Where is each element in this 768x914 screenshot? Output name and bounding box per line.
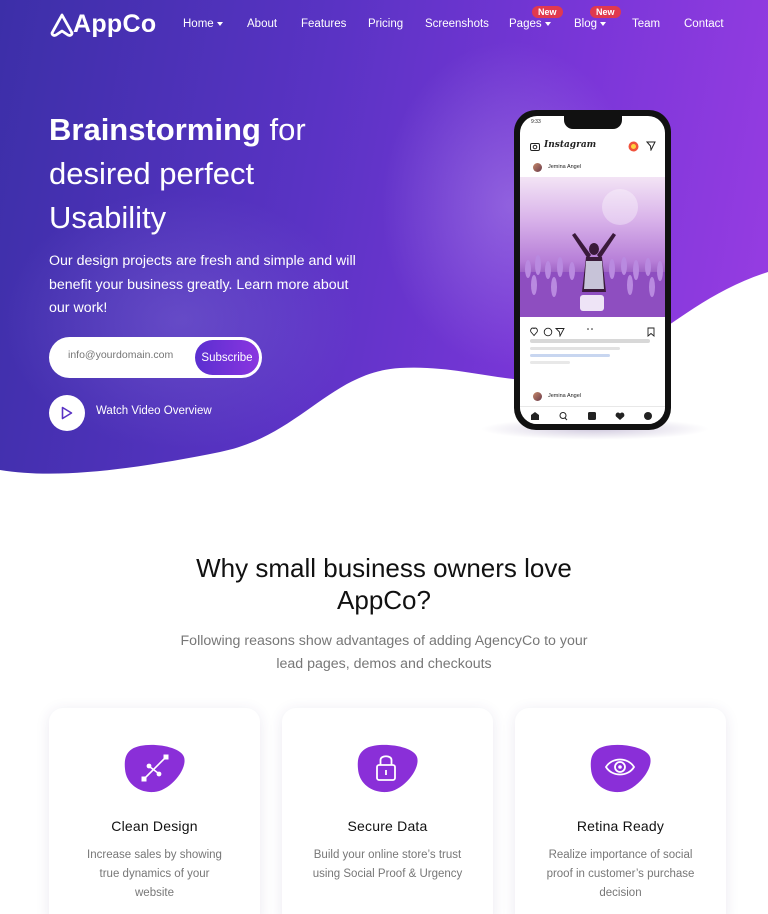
chevron-down-icon bbox=[544, 21, 551, 26]
post-author-name: Jemina Angel bbox=[548, 164, 582, 170]
avatar bbox=[533, 392, 542, 401]
nav-about[interactable]: About bbox=[247, 18, 277, 30]
post-photo bbox=[520, 177, 665, 317]
feature-title: Clean Design bbox=[111, 818, 198, 834]
feature-card: Retina Ready Realize importance of socia… bbox=[515, 708, 726, 914]
post-hashtags bbox=[530, 354, 610, 357]
nav-contact-label: Contact bbox=[684, 18, 724, 30]
direct-message-icon bbox=[646, 141, 656, 151]
hero-description: Our design projects are fresh and simple… bbox=[49, 253, 356, 316]
nav-features[interactable]: Features bbox=[301, 18, 346, 30]
hero-title-bold: Brainstorming bbox=[49, 112, 261, 147]
feature-description: Build your online store’s trust using So… bbox=[312, 849, 463, 880]
feature-description: Increase sales by showing true dynamics … bbox=[87, 849, 222, 899]
nav-pages-label: Pages bbox=[509, 18, 542, 30]
post-comments-link bbox=[530, 361, 570, 364]
nav-contact[interactable]: Contact bbox=[684, 18, 724, 30]
nav-pages[interactable]: Pages bbox=[509, 18, 551, 30]
lavender-field-photo bbox=[520, 189, 665, 317]
new-badge: New bbox=[590, 6, 621, 18]
next-post-author-name: Jemina Angel bbox=[548, 393, 582, 399]
feature-card: Clean Design Increase sales by showing t… bbox=[49, 708, 260, 914]
instagram-header: Instagram bbox=[530, 140, 656, 154]
instagram-wordmark: Instagram bbox=[544, 140, 597, 150]
camera-icon bbox=[530, 143, 540, 151]
instagram-tab-bar bbox=[520, 406, 665, 424]
brand-logo[interactable]: AppCo bbox=[50, 10, 156, 39]
email-input[interactable] bbox=[68, 349, 198, 361]
feature-card: Secure Data Build your online store’s tr… bbox=[282, 708, 493, 914]
logo-mark-icon bbox=[50, 13, 74, 37]
post-action-icons bbox=[530, 327, 655, 338]
post-actions bbox=[530, 324, 656, 338]
nav-home-label: Home bbox=[183, 18, 214, 30]
nav-blog-label: Blog bbox=[574, 18, 598, 30]
nav-features-label: Features bbox=[301, 18, 347, 30]
phone-mockup: 9:33 Instagram Jemina Angel Jemina Angel bbox=[514, 110, 671, 430]
play-video-button[interactable] bbox=[49, 395, 85, 431]
nav-screenshots-label: Screenshots bbox=[425, 18, 489, 30]
nav-screenshots[interactable]: Screenshots bbox=[425, 18, 489, 30]
avatar bbox=[533, 163, 542, 172]
lock-icon bbox=[357, 744, 418, 793]
next-post-author: Jemina Angel bbox=[533, 392, 582, 401]
tab-bar-icons bbox=[531, 412, 652, 421]
vector-pen-icon bbox=[124, 744, 185, 793]
feature-title: Retina Ready bbox=[576, 818, 665, 834]
hero-title: Brainstorming for desired perfect Usabil… bbox=[49, 108, 379, 240]
chevron-down-icon bbox=[600, 21, 607, 26]
nav-about-label: About bbox=[247, 18, 278, 30]
feature-description: Realize importance of social proof in cu… bbox=[546, 849, 695, 899]
nav-pricing-label: Pricing bbox=[368, 18, 404, 30]
top-navigation: AppCo Home About Features Pricing Screen… bbox=[0, 0, 768, 50]
subscribe-form: Subscribe bbox=[49, 337, 262, 378]
post-caption-lines bbox=[530, 339, 650, 343]
section-subtitle: Following reasons show advantages of add… bbox=[180, 633, 588, 672]
story-icon bbox=[628, 141, 639, 152]
nav-home[interactable]: Home bbox=[183, 18, 223, 30]
eye-icon bbox=[590, 744, 651, 793]
nav-team-label: Team bbox=[632, 18, 661, 30]
phone-notch bbox=[564, 116, 622, 129]
phone-screen: 9:33 Instagram Jemina Angel Jemina Angel bbox=[520, 116, 665, 424]
nav-team[interactable]: Team bbox=[632, 18, 660, 30]
logo-text: AppCo bbox=[73, 10, 157, 38]
nav-blog[interactable]: Blog bbox=[574, 18, 607, 30]
play-icon bbox=[61, 406, 73, 420]
watch-video-link[interactable]: Watch Video Overview bbox=[96, 405, 212, 417]
new-badge: New bbox=[532, 6, 563, 18]
feature-title: Secure Data bbox=[347, 818, 428, 834]
hero-section: AppCo Home About Features Pricing Screen… bbox=[0, 0, 768, 485]
subscribe-button[interactable]: Subscribe bbox=[195, 340, 259, 375]
status-time: 9:33 bbox=[531, 119, 541, 125]
post-author: Jemina Angel bbox=[533, 163, 582, 172]
post-caption-lines bbox=[530, 347, 620, 350]
chevron-down-icon bbox=[216, 21, 223, 26]
nav-pricing[interactable]: Pricing bbox=[368, 18, 403, 30]
section-title: Why small business owners love AppCo? bbox=[196, 553, 572, 615]
